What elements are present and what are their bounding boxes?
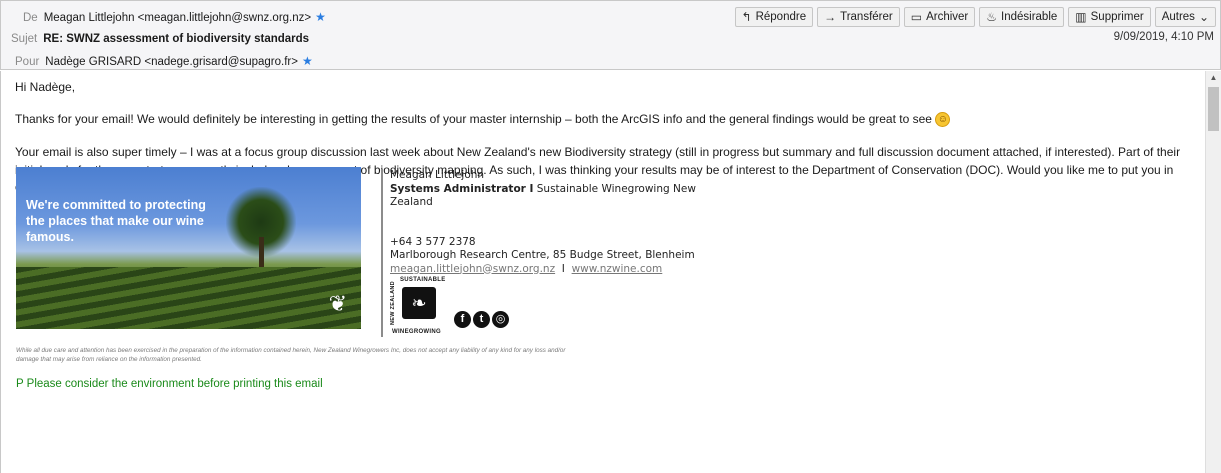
forward-icon: →: [824, 10, 837, 24]
signature-links: meagan.littlejohn@swnz.org.nz I www.nzwi…: [390, 263, 716, 277]
signature-title-line: Systems Administrator I Sustainable Wine…: [390, 183, 696, 209]
email-signature: ❦ We're committed to protecting the plac…: [16, 167, 716, 337]
signature-separator: I: [561, 262, 565, 275]
signature-title: Systems Administrator I: [390, 182, 534, 195]
forward-label: Transférer: [840, 11, 893, 23]
logo-bottom-text: WINEGROWING: [392, 329, 441, 335]
signature-phone: +64 3 577 2378: [390, 235, 476, 248]
scroll-up-icon[interactable]: ▲: [1206, 71, 1221, 85]
twitter-icon[interactable]: t: [473, 311, 490, 328]
archive-label: Archiver: [926, 11, 969, 23]
instagram-icon[interactable]: ◎: [492, 311, 509, 328]
signature-name: Meagan Littlejohn: [390, 169, 485, 181]
logo-top-text: SUSTAINABLE: [400, 277, 446, 283]
subject-value: RE: SWNZ assessment of biodiversity stan…: [43, 33, 310, 45]
scroll-thumb[interactable]: [1208, 87, 1219, 131]
reply-label: Répondre: [755, 11, 807, 23]
signature-email-link[interactable]: meagan.littlejohn@swnz.org.nz: [390, 263, 555, 275]
to-value[interactable]: Nadège GRISARD <nadege.grisard@supagro.f…: [45, 56, 298, 68]
delete-button[interactable]: ▥ Supprimer: [1068, 7, 1151, 27]
star-icon[interactable]: ★: [315, 10, 326, 24]
junk-label: Indésirable: [1001, 11, 1058, 23]
signature-banner-image: ❦ We're committed to protecting the plac…: [16, 167, 361, 329]
signature-website-link[interactable]: www.nzwine.com: [572, 263, 663, 275]
paragraph-1: Thanks for your email! We would definite…: [15, 111, 1191, 129]
more-button[interactable]: Autres ⌄: [1154, 7, 1216, 27]
subject-row: Sujet RE: SWNZ assessment of biodiversity…: [11, 29, 309, 49]
fern-icon: ❦: [328, 291, 347, 316]
reply-button[interactable]: ↰ Répondre: [734, 7, 814, 27]
signature-divider: [381, 169, 383, 337]
fern-logo-icon: ❧: [402, 287, 436, 319]
facebook-icon[interactable]: f: [454, 311, 471, 328]
smiley-icon: ☺: [935, 111, 951, 127]
message-header: De Meagan Littlejohn <meagan.littlejohn@s…: [0, 0, 1221, 70]
vertical-scrollbar[interactable]: ▲: [1205, 71, 1221, 473]
junk-icon: ♨: [986, 10, 998, 24]
swnz-logo: NEW ZEALAND SUSTAINABLE ❧ WINEGROWING: [390, 275, 460, 337]
junk-button[interactable]: ♨ Indésirable: [979, 7, 1065, 27]
subject-label: Sujet: [11, 33, 38, 45]
vineyard-rows-shape: [16, 267, 361, 329]
forward-button[interactable]: → Transférer: [817, 7, 900, 27]
message-date: 9/09/2019, 4:10 PM: [1113, 31, 1214, 43]
greeting: Hi Nadège,: [15, 80, 76, 94]
trash-icon: ▥: [1075, 10, 1087, 24]
social-icons: f t ◎: [454, 311, 509, 328]
legal-disclaimer: While all due care and attention has bee…: [16, 347, 566, 363]
from-value[interactable]: Meagan Littlejohn <meagan.littlejohn@swn…: [44, 12, 311, 24]
banner-tagline: We're committed to protecting the places…: [26, 198, 206, 244]
archive-button[interactable]: ▭ Archiver: [903, 7, 976, 27]
to-row: Pour Nadège GRISARD <nadege.grisard@supag…: [15, 51, 313, 71]
reply-icon: ↰: [741, 10, 752, 24]
signature-address: Marlborough Research Centre, 85 Budge St…: [390, 249, 695, 261]
more-label: Autres: [1161, 11, 1195, 23]
from-row: De Meagan Littlejohn <meagan.littlejohn@s…: [23, 7, 326, 27]
star-icon[interactable]: ★: [302, 54, 313, 68]
from-label: De: [23, 12, 38, 24]
to-label: Pour: [15, 56, 40, 68]
logo-side-text: NEW ZEALAND: [390, 281, 396, 325]
chevron-down-icon: ⌄: [1198, 10, 1209, 24]
paragraph-1-text: Thanks for your email! We would definite…: [15, 111, 932, 126]
signature-text: Meagan Littlejohn Systems Administrator …: [390, 169, 716, 276]
delete-label: Supprimer: [1090, 11, 1144, 23]
environment-note: P Please consider the environment before…: [16, 378, 323, 390]
message-toolbar: ↰ Répondre → Transférer ▭ Archiver ♨ Indésir…: [734, 7, 1216, 27]
archive-icon: ▭: [910, 10, 923, 24]
